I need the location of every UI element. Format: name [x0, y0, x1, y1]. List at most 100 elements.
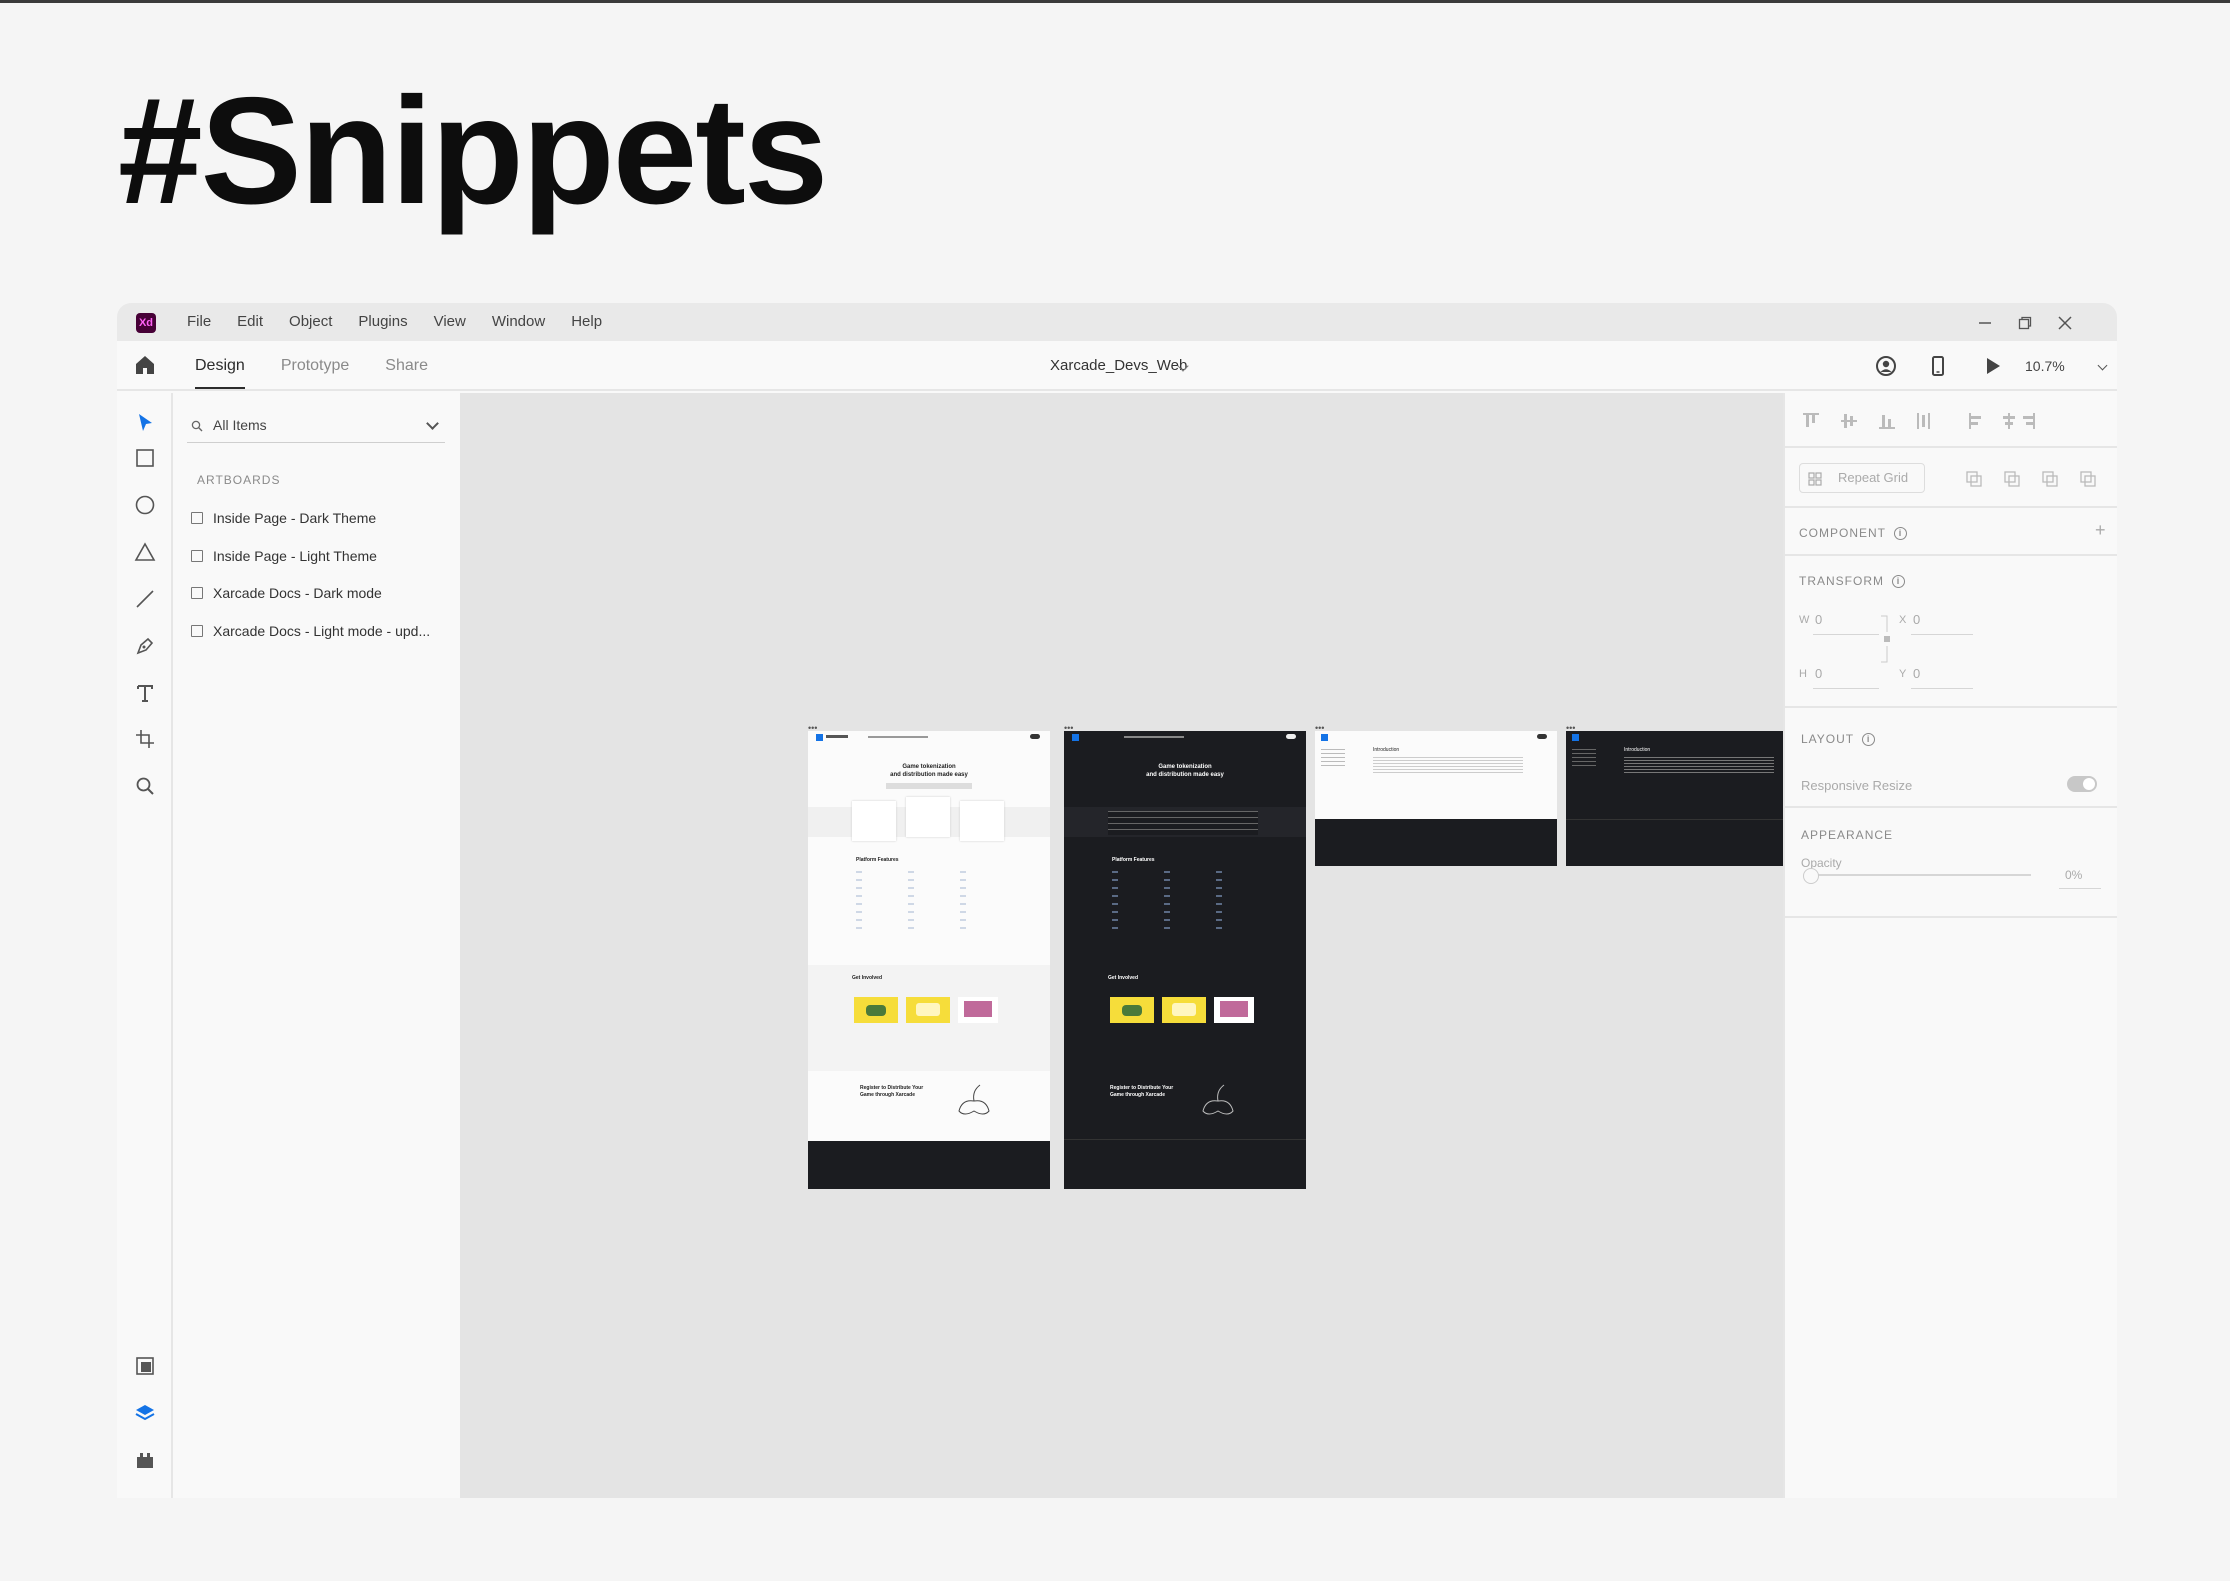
- chevron-down-icon[interactable]: [426, 417, 439, 430]
- menu-window[interactable]: Window: [492, 303, 558, 341]
- repeat-grid-button[interactable]: Repeat Grid: [1799, 463, 1925, 493]
- artboard-layer-item[interactable]: Xarcade Docs - Dark mode: [191, 581, 382, 605]
- artboard-tool-icon[interactable]: [133, 727, 157, 751]
- y-label: Y: [1899, 668, 1907, 680]
- involved-image: [1214, 997, 1254, 1023]
- text-tool-icon[interactable]: [133, 681, 157, 705]
- artboard-landing-dark[interactable]: Game tokenization and distribution made …: [1064, 731, 1306, 1189]
- artboard-layer-item[interactable]: Xarcade Docs - Light mode - upd...: [191, 619, 430, 643]
- line-tool-icon[interactable]: [133, 587, 157, 611]
- artboard-landing-light[interactable]: Game tokenization and distribution made …: [808, 731, 1050, 1189]
- height-value[interactable]: 0: [1815, 666, 1822, 681]
- y-field-underline: [1911, 688, 1973, 689]
- get-involved-heading: Get Involved: [852, 975, 883, 981]
- opacity-field-underline: [2059, 888, 2101, 889]
- chevron-down-icon[interactable]: [2097, 360, 2108, 371]
- mode-tabs: Design Prototype Share: [195, 341, 464, 391]
- transform-section: TRANSFORM i W 0 X 0 H 0 Y 0: [1785, 556, 2117, 708]
- opacity-slider-handle[interactable]: [1803, 868, 1819, 884]
- design-canvas[interactable]: ••• Game tokenization and distribution m…: [460, 393, 1808, 1498]
- info-icon: i: [1892, 575, 1905, 589]
- add-component-icon[interactable]: +: [2095, 520, 2106, 541]
- zoom-level[interactable]: 10.7%: [2025, 341, 2065, 391]
- x-label: X: [1899, 614, 1907, 626]
- xd-logo-icon: Xd: [136, 313, 156, 333]
- close-icon[interactable]: [2039, 303, 2091, 341]
- introduction-heading: Introduction: [1624, 747, 1651, 753]
- tab-design[interactable]: Design: [195, 341, 245, 391]
- artboard-layer-item[interactable]: Inside Page - Dark Theme: [191, 506, 376, 530]
- menu-file[interactable]: File: [187, 303, 224, 341]
- align-toolbar: [1785, 393, 2117, 448]
- play-icon[interactable]: [1979, 353, 2005, 379]
- device-preview-icon[interactable]: [1925, 353, 1951, 379]
- register-cta: Register to Distribute Your Game through…: [860, 1085, 924, 1098]
- xarcade-logo-icon: [1572, 734, 1579, 741]
- home-icon[interactable]: [133, 353, 157, 377]
- pen-tool-icon[interactable]: [133, 634, 157, 658]
- tab-share[interactable]: Share: [385, 341, 428, 391]
- width-value[interactable]: 0: [1815, 612, 1822, 627]
- game-controller-illustration: [958, 1084, 990, 1115]
- boolean-ops-icons[interactable]: [1965, 470, 2105, 488]
- tool-strip: [117, 393, 173, 1498]
- responsive-resize-toggle[interactable]: [2067, 776, 2097, 792]
- info-icon: i: [1862, 733, 1876, 747]
- ellipse-tool-icon[interactable]: [133, 493, 157, 517]
- layers-panel: All Items ARTBOARDS Inside Page - Dark T…: [175, 393, 458, 1498]
- lock-aspect-icon[interactable]: [1879, 612, 1893, 666]
- theme-toggle: [1286, 734, 1296, 739]
- component-row: COMPONENT i +: [1785, 508, 2117, 556]
- layout-label: LAYOUT i: [1801, 732, 1876, 747]
- align-icons[interactable]: [1801, 411, 2041, 431]
- intro-body-text: [1373, 757, 1523, 775]
- footer-divider: [1064, 1139, 1306, 1140]
- xarcade-logo-icon: [1321, 734, 1328, 741]
- select-tool-icon[interactable]: [133, 411, 157, 435]
- zoom-tool-icon[interactable]: [133, 774, 157, 798]
- get-involved-heading: Get Involved: [1108, 975, 1139, 981]
- y-value[interactable]: 0: [1913, 666, 1920, 681]
- theme-toggle: [1030, 734, 1040, 739]
- footer: [808, 1141, 1050, 1189]
- involved-image: [906, 997, 950, 1023]
- info-icon: i: [1894, 527, 1907, 541]
- menu-object[interactable]: Object: [289, 303, 345, 341]
- opacity-value[interactable]: 0%: [2065, 868, 2082, 882]
- assets-panel-icon[interactable]: [133, 1354, 157, 1378]
- user-account-icon[interactable]: [1873, 353, 1899, 379]
- xd-app-window: Xd File Edit Object Plugins View Window …: [117, 303, 2117, 1498]
- artboard-layer-label: Inside Page - Light Theme: [213, 548, 377, 564]
- layers-filter[interactable]: All Items: [187, 411, 445, 443]
- nav-links: [868, 736, 928, 738]
- involved-image: [1162, 997, 1206, 1023]
- artboard-layer-label: Xarcade Docs - Light mode - upd...: [213, 623, 431, 639]
- artboard-docs-light[interactable]: Introduction: [1315, 731, 1557, 866]
- artboard-layer-label: Inside Page - Dark Theme: [213, 510, 377, 526]
- logo-text-mark: [826, 735, 848, 738]
- rectangle-tool-icon[interactable]: [133, 446, 157, 470]
- document-title[interactable]: Xarcade_Devs_Web: [1050, 341, 1187, 391]
- platform-features-heading: Platform Features: [856, 857, 899, 863]
- width-label: W: [1799, 614, 1810, 626]
- x-value[interactable]: 0: [1913, 612, 1920, 627]
- polygon-tool-icon[interactable]: [133, 540, 157, 564]
- menu-edit[interactable]: Edit: [237, 303, 276, 341]
- property-inspector: Repeat Grid COMPONENT i + TRANSFORM i W 0 …: [1783, 393, 2117, 1498]
- menu-help[interactable]: Help: [571, 303, 615, 341]
- opacity-slider-track[interactable]: [1811, 874, 2031, 876]
- features-grid: [1112, 871, 1262, 935]
- menu-plugins[interactable]: Plugins: [358, 303, 420, 341]
- intro-body-text: [1624, 757, 1774, 775]
- menu-view[interactable]: View: [434, 303, 479, 341]
- artboard-docs-dark[interactable]: Introduction: [1566, 731, 1808, 866]
- plugins-panel-icon[interactable]: [133, 1448, 157, 1472]
- layers-panel-icon[interactable]: [133, 1401, 157, 1425]
- artboard-icon: [191, 512, 203, 524]
- involved-image: [854, 997, 898, 1023]
- tab-prototype[interactable]: Prototype: [281, 341, 349, 391]
- involved-image: [958, 997, 998, 1023]
- artboard-layer-item[interactable]: Inside Page - Light Theme: [191, 544, 377, 568]
- top-toolbar: Design Prototype Share Xarcade_Devs_Web …: [117, 341, 2117, 391]
- artboard-layer-label: Xarcade Docs - Dark mode: [213, 585, 382, 601]
